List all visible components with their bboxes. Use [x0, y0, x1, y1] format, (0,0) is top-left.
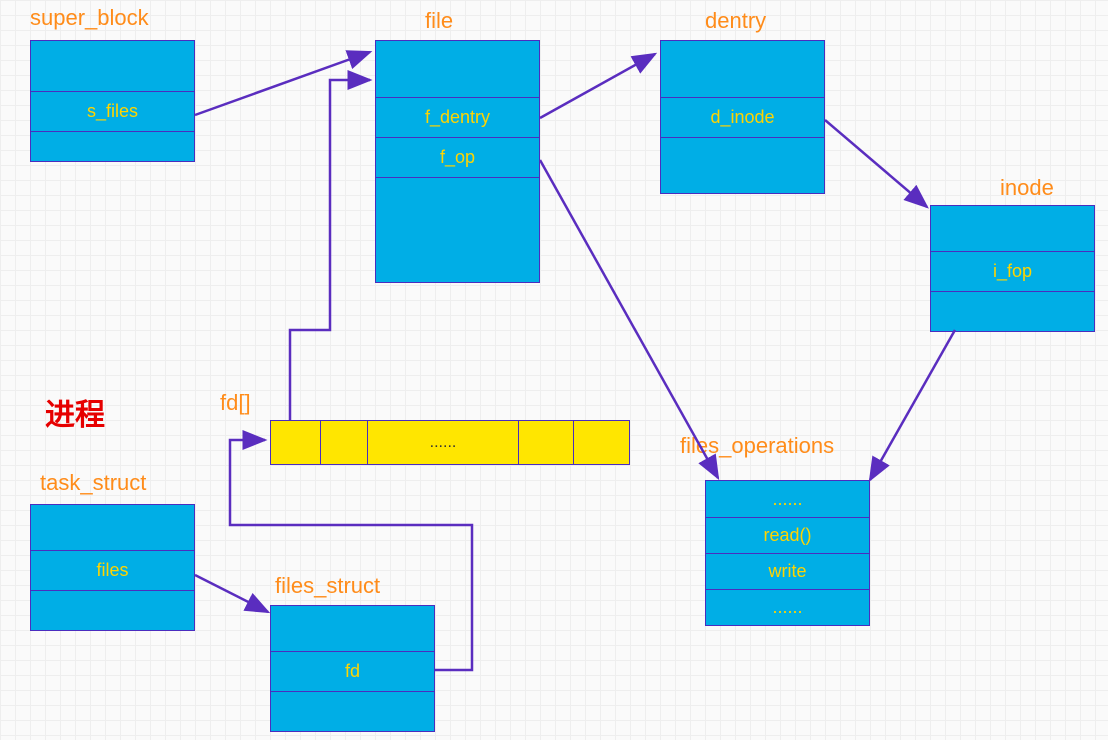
box-files-struct: fd [270, 605, 435, 732]
label-task-struct: task_struct [40, 470, 146, 496]
box-dentry: d_inode [660, 40, 825, 194]
row-empty [31, 590, 194, 630]
row-empty [271, 691, 434, 731]
field-f-dentry: f_dentry [376, 97, 539, 137]
row-empty [271, 606, 434, 651]
field-i-fop: i_fop [931, 251, 1094, 291]
box-file: f_dentry f_op [375, 40, 540, 283]
row-empty [31, 505, 194, 550]
field-write: write [706, 553, 869, 589]
field-f-op: f_op [376, 137, 539, 177]
fd-cell [321, 421, 368, 464]
field-fd: fd [271, 651, 434, 691]
row-empty [31, 41, 194, 91]
box-inode: i_fop [930, 205, 1095, 332]
row-empty [661, 41, 824, 97]
label-super-block: super_block [30, 5, 149, 31]
box-super-block: s_files [30, 40, 195, 162]
field-s-files: s_files [31, 91, 194, 131]
fd-cell [574, 421, 629, 464]
row-empty [376, 41, 539, 97]
field-ellipsis-top: ...... [706, 481, 869, 517]
label-files-operations: files_operations [680, 433, 834, 459]
row-empty [31, 131, 194, 161]
label-process: 进程 [45, 390, 105, 434]
field-files: files [31, 550, 194, 590]
label-fd-array: fd[] [220, 390, 251, 416]
fd-cell [519, 421, 574, 464]
field-ellipsis-bottom: ...... [706, 589, 869, 625]
box-files-operations: ...... read() write ...... [705, 480, 870, 626]
row-empty [661, 137, 824, 193]
row-empty [376, 177, 539, 282]
box-task-struct: files [30, 504, 195, 631]
fd-cell [271, 421, 321, 464]
label-inode: inode [1000, 175, 1054, 201]
field-d-inode: d_inode [661, 97, 824, 137]
box-fd-array: ...... [270, 420, 630, 465]
label-file: file [425, 8, 453, 34]
row-empty [931, 291, 1094, 331]
row-empty [931, 206, 1094, 251]
label-files-struct: files_struct [275, 573, 380, 599]
label-dentry: dentry [705, 8, 766, 34]
fd-cell-ellipsis: ...... [368, 421, 519, 464]
field-read: read() [706, 517, 869, 553]
